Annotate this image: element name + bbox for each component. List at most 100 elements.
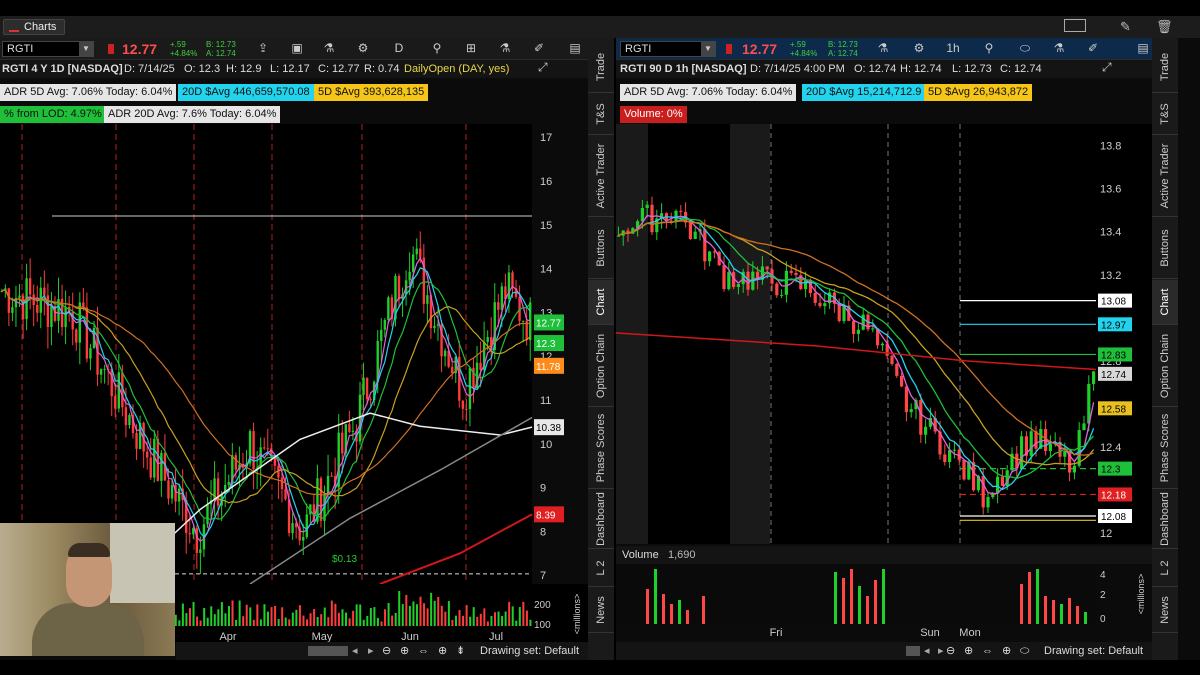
studies-flask-icon[interactable]: ⚗: [320, 41, 338, 55]
volume-bar: [199, 620, 202, 626]
collapse-icon[interactable]: ⤢: [538, 60, 548, 75]
zoom-out-icon[interactable]: ⊖: [382, 642, 391, 660]
candle-body: [319, 478, 323, 521]
x-axis-label: Jun: [401, 631, 419, 642]
crosshair-icon[interactable]: ⊕: [438, 642, 447, 660]
pan-icon[interactable]: ⇔: [418, 642, 429, 660]
side-tab-buttons[interactable]: Buttons: [1152, 218, 1178, 278]
snapshot-icon[interactable]: ▣: [288, 41, 306, 55]
layout-icon[interactable]: [1064, 19, 1086, 32]
left-price-chart[interactable]: 171615141312111098712.7712.311.7810.388.…: [0, 124, 588, 584]
volume-bar: [298, 605, 301, 626]
volume-bar: [224, 613, 227, 626]
right-info-date: D: 7/14/25 4:00 PM: [750, 63, 845, 75]
side-tab-l-2[interactable]: L 2: [1152, 550, 1178, 586]
candle-body: [156, 438, 160, 481]
scroll-left-icon[interactable]: ◂: [352, 642, 358, 660]
collapse-icon[interactable]: ⤢: [1102, 60, 1112, 75]
scroll-left-icon[interactable]: ◂: [924, 642, 930, 660]
fit-icon[interactable]: ⇟: [456, 642, 465, 660]
price-tag-label: 12.83: [1101, 350, 1126, 361]
candle-body: [900, 375, 904, 387]
period-button[interactable]: D: [390, 41, 408, 55]
side-tab-news[interactable]: News: [1152, 588, 1178, 632]
right-info-close: C: 12.74: [1000, 63, 1042, 75]
volume-bar: [518, 607, 521, 626]
side-tab-trade[interactable]: Trade: [1152, 42, 1178, 92]
left-symbol-input[interactable]: RGTI ▼: [2, 41, 94, 57]
side-tab-buttons[interactable]: Buttons: [588, 218, 614, 278]
candle-body: [18, 295, 21, 298]
zoom-in-icon[interactable]: ⊕: [400, 642, 409, 660]
drawing-tools-icon[interactable]: ✐: [1084, 41, 1102, 55]
side-tab-dashboard[interactable]: Dashboard: [1152, 490, 1178, 548]
side-tab-active-trader[interactable]: Active Trader: [1152, 136, 1178, 216]
tab-separator: [588, 324, 614, 325]
right-symbol-input[interactable]: RGTI ▼: [620, 41, 716, 57]
pan-icon[interactable]: ⇔: [982, 642, 993, 660]
pin-icon[interactable]: ✎: [1120, 19, 1131, 35]
style-icon[interactable]: ⚲: [428, 41, 446, 55]
settings-gear-icon[interactable]: ⚙: [354, 41, 372, 55]
crosshair-icon[interactable]: ⊕: [1002, 642, 1011, 660]
side-tab-option-chain[interactable]: Option Chain: [1152, 326, 1178, 406]
trash-icon[interactable]: 🗑: [1156, 19, 1173, 35]
right-price-chart[interactable]: 13.813.613.413.212.812.41213.0812.9712.8…: [616, 124, 1152, 544]
link-icon[interactable]: [726, 44, 732, 54]
side-tab-l-2[interactable]: L 2: [588, 550, 614, 586]
side-tab-phase-scores[interactable]: Phase Scores: [1152, 408, 1178, 488]
scroll-right-icon[interactable]: ▸: [368, 642, 374, 660]
side-tab-chart[interactable]: Chart: [1152, 280, 1178, 324]
side-tab-t-s[interactable]: T&S: [588, 94, 614, 134]
scroll-right-icon[interactable]: ▸: [938, 642, 944, 660]
ellipse-icon[interactable]: ⬭: [1016, 41, 1034, 56]
dropdown-icon[interactable]: ▼: [79, 42, 93, 56]
side-tab-trade[interactable]: Trade: [588, 42, 614, 92]
grid-icon[interactable]: ⊞: [462, 41, 480, 55]
settings-gear-icon[interactable]: ⚙: [910, 41, 928, 55]
side-tab-chart[interactable]: Chart: [588, 280, 614, 324]
candle-body: [895, 364, 899, 376]
zoom-in-icon[interactable]: ⊕: [964, 642, 973, 660]
ellipse-icon[interactable]: ⬭: [1020, 642, 1029, 660]
panel-menu-icon[interactable]: ▤: [566, 41, 584, 55]
flask-icon[interactable]: ⚗: [496, 41, 514, 55]
studies-flask-icon[interactable]: ⚗: [874, 41, 892, 55]
share-icon[interactable]: ⇪: [254, 41, 272, 55]
charts-tab[interactable]: Charts: [3, 19, 66, 35]
side-tab-t-s[interactable]: T&S: [1152, 94, 1178, 134]
volume-unit: <millions>: [1136, 574, 1146, 615]
side-tab-phase-scores[interactable]: Phase Scores: [588, 408, 614, 488]
scrollbar[interactable]: [906, 646, 920, 656]
candle-body: [11, 307, 14, 313]
scrollbar[interactable]: [308, 646, 348, 656]
left-bottom-bar: ◂ ▸ ⊖ ⊕ ⇔ ⊕ ⇟ Drawing set: Default: [176, 642, 588, 660]
side-tab-active-trader[interactable]: Active Trader: [588, 136, 614, 216]
right-drawing-set[interactable]: Drawing set: Default: [1044, 642, 1143, 660]
person-shirt: [32, 603, 144, 656]
zoom-out-icon[interactable]: ⊖: [946, 642, 955, 660]
candle-body: [972, 462, 976, 491]
link-icon[interactable]: [108, 44, 114, 54]
right-volume-header: Volume 1,690: [616, 546, 1152, 564]
volume-bar: [858, 586, 861, 624]
candle-body: [486, 336, 489, 343]
panel-menu-icon[interactable]: ▤: [1134, 41, 1152, 55]
volume-bar: [497, 611, 500, 626]
side-tab-option-chain[interactable]: Option Chain: [588, 326, 614, 406]
candle-body: [128, 415, 131, 426]
volume-bar: [380, 621, 383, 626]
volume-bar: [662, 594, 665, 624]
side-tab-dashboard[interactable]: Dashboard: [588, 490, 614, 548]
volume-bar: [440, 605, 443, 626]
dropdown-icon[interactable]: ▼: [701, 42, 715, 56]
period-button[interactable]: 1h: [944, 41, 962, 55]
drawing-tools-icon[interactable]: ✐: [530, 41, 548, 55]
left-last-price: 12.77: [122, 41, 158, 57]
tab-separator: [1152, 92, 1178, 93]
candle-body: [365, 377, 369, 400]
side-tab-news[interactable]: News: [588, 588, 614, 632]
flask-icon[interactable]: ⚗: [1050, 41, 1068, 55]
left-drawing-set[interactable]: Drawing set: Default: [480, 642, 579, 660]
style-icon[interactable]: ⚲: [980, 41, 998, 55]
